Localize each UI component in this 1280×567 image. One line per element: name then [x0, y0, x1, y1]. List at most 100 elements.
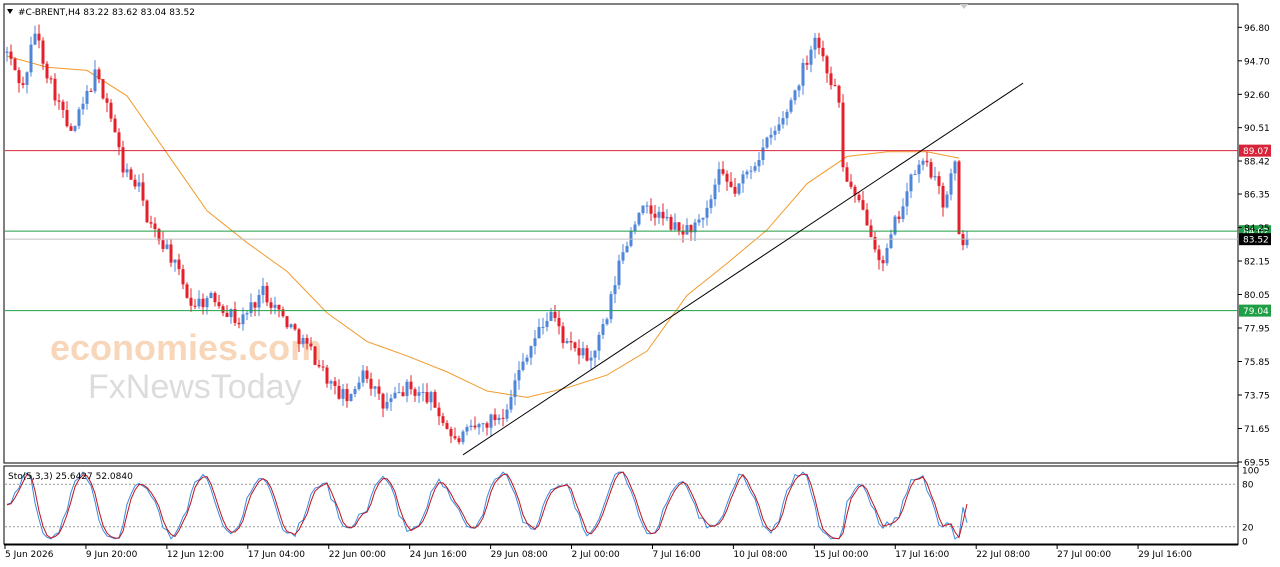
candle — [897, 210, 901, 224]
candle — [901, 198, 905, 223]
candle — [93, 60, 97, 94]
time-tick-label: 7 Jul 16:00 — [652, 550, 701, 560]
candle-body — [753, 166, 757, 171]
candle-body — [601, 324, 605, 335]
candle — [137, 174, 141, 193]
candle-body — [581, 348, 585, 356]
candle — [409, 375, 413, 395]
candle-body — [497, 417, 501, 421]
candle-body — [149, 222, 153, 224]
candle-body — [481, 423, 485, 425]
candle-body — [161, 240, 165, 249]
candle-body — [501, 417, 505, 419]
time-tick-label: 27 Jul 00:00 — [1057, 550, 1111, 560]
price-tick-label: 88.42 — [1244, 158, 1270, 168]
candle — [817, 32, 821, 55]
candle-body — [865, 209, 869, 226]
level-label-resistance: 89.07 — [1243, 147, 1269, 157]
candle — [597, 331, 601, 361]
candle — [957, 159, 961, 235]
candle — [393, 386, 397, 399]
candle — [29, 36, 33, 77]
candle-body — [89, 90, 93, 92]
candle-body — [909, 174, 913, 192]
candle — [857, 192, 861, 203]
candle-body — [801, 62, 805, 86]
candle-body — [561, 326, 565, 344]
candle-body — [205, 298, 209, 308]
candle-body — [925, 160, 929, 163]
candle — [345, 383, 349, 408]
candle — [181, 264, 185, 290]
candle-body — [289, 324, 293, 328]
candle-body — [301, 338, 305, 344]
candle — [809, 45, 813, 73]
level-lines-layer: 89.0784.0283.5279.04 — [5, 144, 1271, 317]
candle — [589, 350, 593, 371]
watermark-line1: economies.com — [50, 327, 322, 368]
collapse-triangle-icon[interactable] — [7, 9, 13, 14]
price-tick-label: 71.65 — [1244, 425, 1270, 435]
candle-body — [749, 170, 753, 172]
price-axis-ticks: 96.80 94.70 92.60 90.51 88.42 86.35 84.25 82.15… — [1238, 24, 1270, 469]
candle — [561, 322, 565, 349]
candle-body — [21, 83, 25, 85]
candle — [41, 37, 45, 70]
candle-body — [309, 343, 313, 347]
candle-body — [113, 118, 117, 133]
candle — [665, 209, 669, 221]
candle — [945, 191, 949, 209]
candle-body — [377, 386, 381, 394]
candle — [701, 217, 705, 228]
candle — [497, 414, 501, 425]
price-tick-label: 96.80 — [1244, 24, 1270, 34]
candle-body — [401, 392, 405, 396]
candle — [441, 412, 445, 426]
candle — [753, 162, 757, 173]
candle — [97, 67, 101, 84]
candle — [405, 379, 409, 403]
candle — [81, 96, 85, 115]
candle-body — [465, 426, 469, 432]
candle — [909, 173, 913, 199]
candle-body — [257, 295, 261, 308]
candle-body — [633, 224, 637, 232]
candle-body — [881, 260, 885, 264]
candle-body — [33, 33, 37, 45]
candle-body — [741, 174, 745, 184]
candle — [217, 294, 221, 309]
trendline[interactable] — [462, 82, 1024, 456]
price-tick-label: 82.15 — [1244, 258, 1270, 268]
candle-body — [545, 320, 549, 327]
candle — [65, 101, 69, 128]
candle-body — [417, 392, 421, 396]
candle-body — [265, 285, 269, 303]
candle-body — [345, 389, 349, 402]
candle — [5, 46, 9, 62]
scroll-marker-icon[interactable] — [960, 4, 968, 9]
candle — [9, 44, 13, 66]
candle — [941, 182, 945, 217]
candle-body — [373, 386, 377, 389]
candle — [197, 290, 201, 309]
candle — [201, 293, 205, 315]
candle-body — [905, 191, 909, 207]
candle — [961, 230, 965, 251]
candle-body — [885, 247, 889, 264]
candle-body — [537, 327, 541, 339]
candle — [189, 288, 193, 312]
candle — [789, 97, 793, 114]
candle-body — [701, 217, 705, 220]
candle-body — [597, 334, 601, 351]
candle — [893, 214, 897, 236]
candle-body — [813, 37, 817, 50]
candle-body — [5, 51, 9, 53]
candle — [605, 317, 609, 326]
candle — [337, 379, 341, 400]
candle-body — [621, 252, 625, 261]
time-tick-label: 9 Jun 20:00 — [86, 550, 138, 560]
candle — [85, 85, 89, 110]
candle — [101, 78, 105, 100]
candle-body — [117, 132, 121, 148]
candle — [833, 78, 837, 87]
